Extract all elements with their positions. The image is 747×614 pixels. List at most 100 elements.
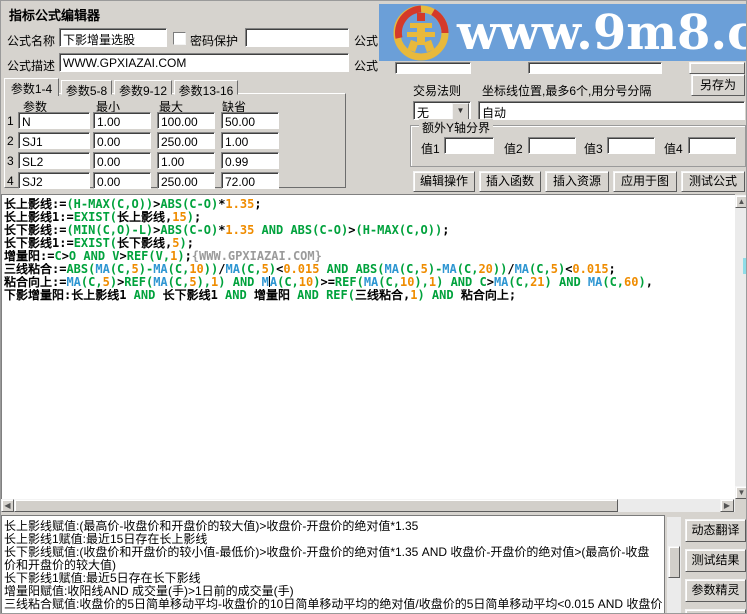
- translation-vscrollbar[interactable]: [667, 517, 681, 613]
- param-cell-input[interactable]: 0.99: [221, 152, 279, 169]
- action-button-4[interactable]: 测试公式: [681, 171, 745, 192]
- tab-参数1-4[interactable]: 参数1-4: [4, 78, 59, 96]
- code-token: EXIST(: [73, 211, 118, 224]
- formula-name-label: 公式名称: [7, 34, 56, 48]
- editor-vscrollbar[interactable]: ▲ ▼: [735, 195, 746, 499]
- hidden-field-fragment-2[interactable]: [528, 62, 662, 74]
- code-token: (C,: [602, 276, 625, 289]
- code-token: 5: [189, 276, 197, 289]
- code-token: ;: [442, 224, 450, 237]
- translation-line: 三线粘合赋值:收盘价的5日简单移动平均-收盘价的10日简单移动平均的绝对值/收盘…: [4, 598, 663, 611]
- param-cell-input[interactable]: SJ1: [18, 132, 90, 149]
- code-token: ),: [414, 276, 429, 289]
- y-axis-value-input[interactable]: [528, 137, 576, 154]
- param-cell-input[interactable]: 1.00: [157, 152, 215, 169]
- param-cell-input[interactable]: 1.00: [93, 112, 151, 129]
- y-axis-value-input[interactable]: [607, 137, 655, 154]
- param-cell-input[interactable]: 50.00: [221, 112, 279, 129]
- code-token: (C,: [239, 263, 262, 276]
- code-token: 0.015: [283, 263, 320, 276]
- tab-参数5-8[interactable]: 参数5-8: [61, 80, 112, 98]
- code-token: REF(V,: [126, 250, 171, 263]
- code-token: AND: [126, 289, 163, 302]
- action-button-0[interactable]: 编辑操作: [413, 171, 475, 192]
- code-token: )): [203, 263, 219, 276]
- param-cell-input[interactable]: 72.00: [221, 172, 279, 189]
- code-token: )-: [138, 263, 154, 276]
- coord-line-input[interactable]: 自动: [478, 101, 745, 120]
- code-token: ): [218, 276, 226, 289]
- code-line: 三线粘合:=ABS(MA(C,5)-MA(C,10))/MA(C,5)<0.01…: [4, 263, 735, 276]
- window-title: 指标公式编辑器: [9, 8, 101, 23]
- scroll-left-icon[interactable]: ◀: [1, 499, 14, 512]
- code-token: 长上影线,: [117, 211, 173, 224]
- code-token: 5: [420, 263, 428, 276]
- code-line: 增量阳:=C>O AND V>REF(V,1);{WWW.GPXIAZAI.CO…: [4, 250, 735, 263]
- hidden-field-fragment-1[interactable]: [395, 62, 471, 74]
- param-cell-input[interactable]: 1.00: [221, 132, 279, 149]
- hscroll-thumb[interactable]: [14, 499, 618, 512]
- param-cell-input[interactable]: 250.00: [157, 132, 215, 149]
- y-axis-value-input[interactable]: [444, 137, 494, 154]
- formula-name-input[interactable]: 下影增量选股: [59, 28, 167, 47]
- param-cell-input[interactable]: 0.00: [93, 152, 151, 169]
- action-button-2[interactable]: 插入资源: [545, 171, 609, 192]
- param-cell-input[interactable]: 250.00: [157, 172, 215, 189]
- code-token: ABS(: [355, 263, 385, 276]
- code-token: 10: [399, 276, 415, 289]
- trade-rule-dropdown[interactable]: 无 ▼: [413, 101, 471, 120]
- code-token: 粘合向上;: [460, 289, 517, 302]
- formula-code-editor[interactable]: 长上影线:=(H-MAX(C,O))>ABS(C-O)*1.35; 长上影线1:=…: [1, 194, 735, 499]
- action-button-1[interactable]: 插入函数: [479, 171, 541, 192]
- code-token: AND: [225, 276, 262, 289]
- code-token: ): [638, 276, 646, 289]
- code-token: REF(: [124, 276, 154, 289]
- param-cell-input[interactable]: 100.00: [157, 112, 215, 129]
- code-token: MA: [493, 276, 509, 289]
- tab-参数9-12[interactable]: 参数9-12: [114, 80, 172, 98]
- hidden-button-fragment[interactable]: [689, 62, 745, 74]
- side-button-0[interactable]: 动态翻译: [685, 519, 746, 542]
- side-button-2[interactable]: 参数精灵: [685, 579, 746, 602]
- tab-参数13-16[interactable]: 参数13-16: [174, 80, 238, 98]
- code-token: MA: [66, 276, 81, 289]
- param-row-number: 3: [7, 154, 14, 168]
- param-cell-input[interactable]: SJ2: [18, 172, 90, 189]
- param-cell-input[interactable]: 0.00: [93, 172, 151, 189]
- code-token: 增量阳:=: [4, 250, 55, 263]
- side-button-1[interactable]: 测试结果: [685, 549, 746, 572]
- dropdown-arrow-icon[interactable]: ▼: [452, 103, 469, 119]
- code-token: O AND V: [68, 250, 120, 263]
- password-checkbox[interactable]: [173, 32, 186, 45]
- code-token: ;: [254, 198, 262, 211]
- code-token: 三线粘合:=: [4, 263, 67, 276]
- editor-hscrollbar[interactable]: ◀ ▶: [1, 499, 735, 512]
- param-cell-input[interactable]: 0.00: [93, 132, 151, 149]
- code-line: 长下影线1:=EXIST(长下影线,5);: [4, 237, 735, 250]
- formula-desc-input[interactable]: WWW.GPXIAZAI.COM: [59, 53, 349, 72]
- param-cell-input[interactable]: N: [18, 112, 90, 129]
- action-button-3[interactable]: 应用于图: [613, 171, 677, 192]
- code-token: 5: [261, 263, 269, 276]
- scroll-down-icon[interactable]: ▼: [735, 486, 746, 499]
- clipped-label-row2: 公式: [354, 59, 379, 73]
- code-token: ABS(C-O): [290, 224, 349, 237]
- y-axis-value-input[interactable]: [688, 137, 736, 154]
- code-token: EXIST(: [73, 237, 118, 250]
- save-as-button[interactable]: 另存为: [691, 74, 745, 96]
- code-token: AND: [217, 289, 254, 302]
- code-token: ): [109, 276, 118, 289]
- side-button-3[interactable]: 用法注释: [685, 609, 746, 613]
- code-token: (C,: [277, 276, 299, 289]
- code-line: 粘合向上:=MA(C,5)>REF(MA(C,5),1) AND MA(C,10…: [4, 276, 735, 289]
- code-token: A: [269, 276, 278, 289]
- scroll-right-icon[interactable]: ▶: [720, 499, 734, 512]
- code-token: 15: [172, 211, 187, 224]
- param-cell-input[interactable]: SL2: [18, 152, 90, 169]
- code-token: )): [492, 263, 508, 276]
- translation-scroll-thumb[interactable]: [668, 546, 680, 578]
- scroll-up-icon[interactable]: ▲: [735, 195, 746, 208]
- code-token: (H-MAX(C,O)): [66, 198, 154, 211]
- code-token: 21: [530, 276, 545, 289]
- password-input[interactable]: [245, 28, 349, 47]
